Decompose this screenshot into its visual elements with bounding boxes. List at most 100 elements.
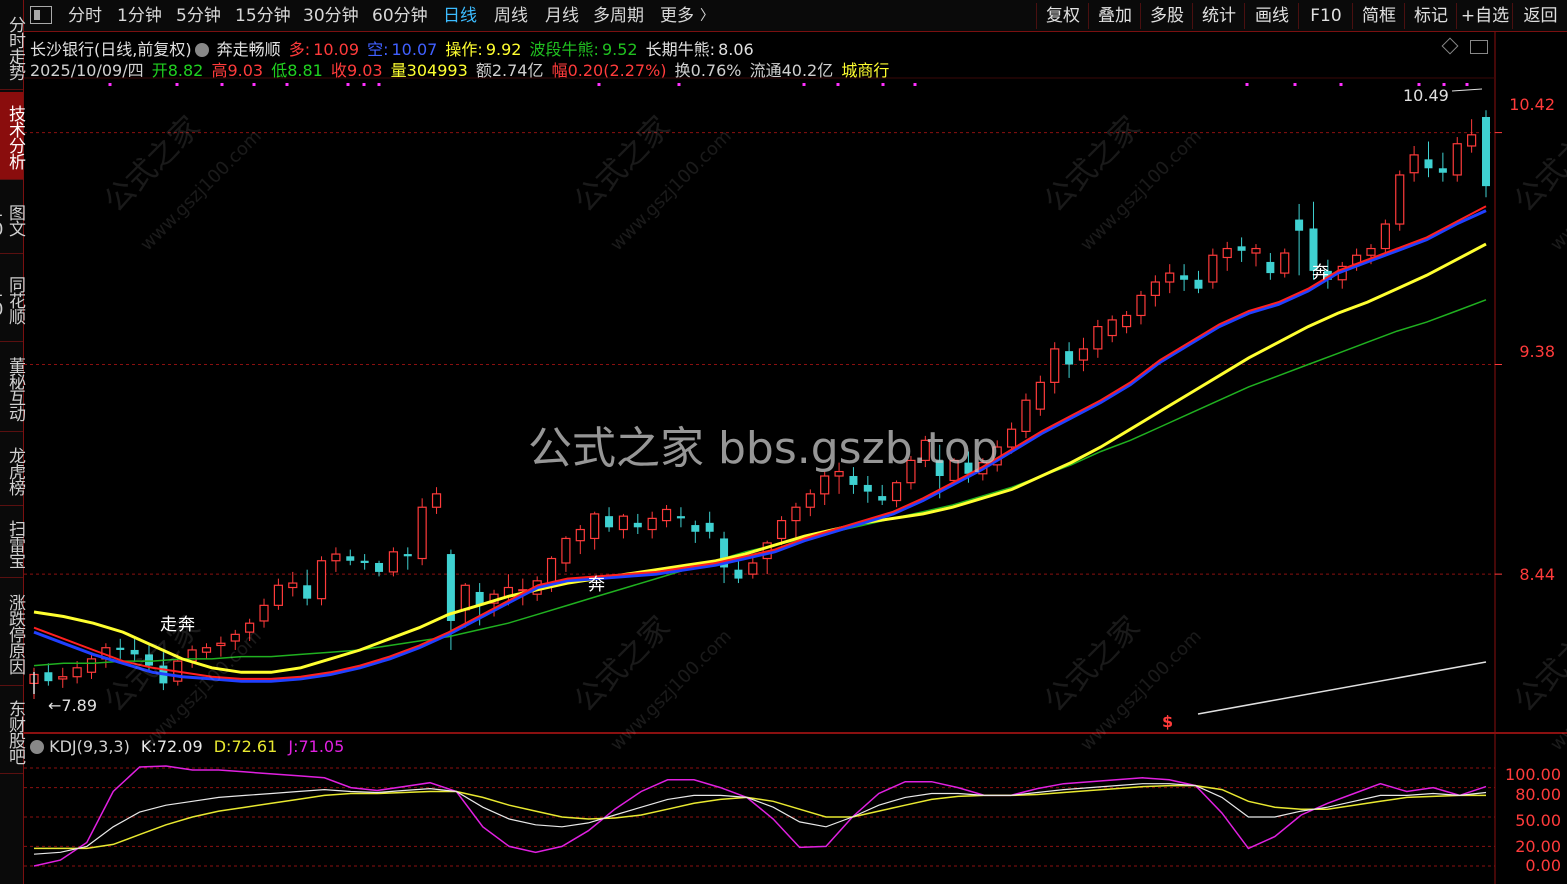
kdj-d-label: D: <box>213 737 232 756</box>
candle-body <box>618 515 629 531</box>
candle-body <box>216 642 226 647</box>
signal-dot <box>346 83 350 86</box>
candle-body <box>776 520 787 540</box>
candle-body <box>691 525 700 532</box>
candle-body <box>273 584 283 606</box>
kdj-k-line <box>33 783 1487 855</box>
high-arrow <box>1451 88 1483 92</box>
candle-body <box>201 647 212 653</box>
candle-body <box>1366 247 1376 256</box>
dollar-mark: $ <box>1162 712 1174 731</box>
signal-dot <box>220 83 224 86</box>
candle-body <box>431 493 442 508</box>
candle-body <box>676 516 685 519</box>
kdj-title[interactable]: KDJ(9,3,3) <box>49 737 130 756</box>
candle-body <box>661 508 672 522</box>
panel-toggle-icon[interactable] <box>1470 40 1488 54</box>
candle-body <box>1121 314 1132 328</box>
candle-body <box>1222 247 1232 259</box>
kdj-info: KDJ(9,3,3) K:72.09 D:72.61 J:71.05 <box>30 737 344 756</box>
kdj-j-value: 71.05 <box>298 737 345 756</box>
candle-body <box>360 560 369 563</box>
candle-body <box>1194 279 1203 289</box>
candle-body <box>1395 174 1405 225</box>
candle-body <box>288 582 298 589</box>
candle-body <box>1251 247 1261 254</box>
candle-body <box>331 553 341 562</box>
signal-ben-3: 奔 <box>1312 263 1329 283</box>
candle-body <box>1237 246 1246 251</box>
candle-body <box>1093 326 1103 350</box>
candle-body <box>375 562 384 572</box>
candle-body <box>1165 272 1175 283</box>
candle-body <box>1035 381 1045 410</box>
candle-body <box>1136 294 1146 317</box>
kdj-d-value: 72.61 <box>231 737 278 756</box>
signal-dot <box>677 83 681 86</box>
candle-body <box>1078 348 1089 361</box>
candle-body <box>1482 116 1490 187</box>
candle-body <box>1409 154 1419 174</box>
candle-body <box>303 585 312 599</box>
signal-dot <box>252 83 256 86</box>
candle-body <box>1452 143 1462 176</box>
candle-body <box>805 493 815 508</box>
low-mark: ←7.89 <box>48 696 98 715</box>
signal-dot <box>1465 83 1469 86</box>
candle-body <box>1180 275 1189 280</box>
kdj-axis-100: 100.00 <box>1505 765 1561 784</box>
candle-body <box>1065 351 1074 365</box>
signal-ben-2: 奔 <box>588 575 605 595</box>
kdj-dropdown-icon[interactable] <box>30 740 44 754</box>
candle-body <box>1208 254 1218 283</box>
signal-dot <box>285 83 289 86</box>
signal-dot <box>913 83 917 86</box>
signal-dot <box>1339 83 1343 86</box>
candle-body <box>446 554 455 621</box>
candle-body <box>1006 428 1017 448</box>
candle-body <box>849 476 858 485</box>
candle-body <box>1107 319 1117 337</box>
candle-body <box>1280 252 1290 274</box>
price-axis-label-mid: 9.38 <box>1519 342 1555 361</box>
candle-body <box>259 604 269 622</box>
candle-body <box>58 676 68 680</box>
candle-body <box>1021 399 1031 433</box>
signal-dot <box>1245 83 1249 86</box>
ma-green-line <box>33 299 1487 667</box>
candle-body <box>863 484 872 492</box>
price-axis-label-top: 10.42 <box>1509 95 1555 114</box>
candle-body <box>1050 348 1060 383</box>
kdj-axis-20: 20.00 <box>1515 837 1561 856</box>
candle-body <box>86 658 97 673</box>
candle-body <box>1424 159 1433 169</box>
signal-dot <box>802 83 806 86</box>
candle-body <box>633 522 642 528</box>
candle-body <box>1266 261 1275 274</box>
candle-body <box>460 584 470 611</box>
signal-dot <box>881 83 885 86</box>
signal-dot <box>362 83 366 86</box>
kdj-axis-80: 80.00 <box>1515 785 1561 804</box>
candle-body <box>748 562 758 575</box>
candle-body <box>878 496 887 501</box>
high-mark: 10.49 <box>1403 86 1449 105</box>
signal-dot <box>108 83 112 86</box>
candle-body <box>575 528 585 542</box>
candle-body <box>734 569 743 579</box>
candle-body <box>791 506 801 522</box>
candle-body <box>590 513 600 540</box>
candle-body <box>1438 168 1447 173</box>
candle-body <box>1380 223 1390 250</box>
center-watermark: 公式之家 bbs.gszb.top <box>528 423 999 474</box>
kdj-axis-0: 0.00 <box>1525 856 1561 875</box>
kdj-axis-50: 50.00 <box>1515 811 1561 830</box>
signal-dot <box>597 83 601 86</box>
candle-body <box>44 672 53 682</box>
candle-body <box>1295 219 1304 231</box>
signal-dot <box>836 83 840 86</box>
long-term-line <box>1197 661 1487 715</box>
kdj-j-label: J: <box>288 737 299 756</box>
candle-body <box>346 556 355 561</box>
candle-body <box>1467 134 1477 147</box>
